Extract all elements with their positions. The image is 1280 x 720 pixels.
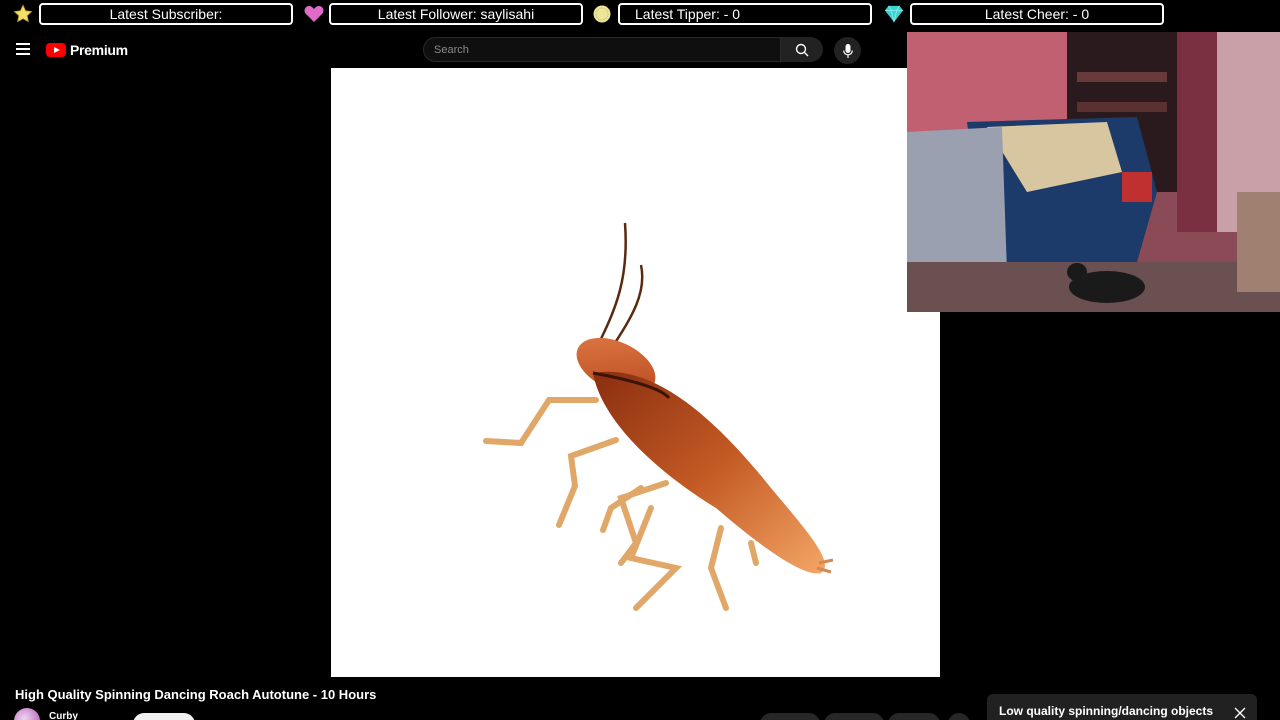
coin-icon (592, 4, 612, 24)
latest-follower-box: Latest Follower: saylisahi (329, 3, 583, 25)
youtube-logo[interactable]: Premium (46, 42, 128, 58)
search-box[interactable] (423, 37, 781, 62)
video-player[interactable] (331, 68, 940, 677)
heart-icon (304, 4, 324, 24)
gem-icon (884, 4, 904, 24)
search-button[interactable] (781, 37, 823, 62)
playlist-panel[interactable]: Low quality spinning/dancing objects (987, 694, 1257, 720)
channel-avatar[interactable] (14, 708, 40, 720)
search-icon (795, 43, 809, 56)
save-button[interactable] (888, 713, 940, 720)
close-icon[interactable] (1233, 706, 1247, 720)
like-button[interactable] (760, 713, 820, 720)
video-title: High Quality Spinning Dancing Roach Auto… (15, 687, 377, 702)
stream-alert-bar: Latest Subscriber: Latest Follower: sayl… (0, 0, 1280, 28)
share-button[interactable] (824, 713, 884, 720)
more-actions-button[interactable] (948, 713, 970, 720)
webcam-room-image (907, 32, 1280, 312)
playlist-title: Low quality spinning/dancing objects (999, 704, 1214, 718)
menu-icon[interactable] (16, 43, 30, 55)
latest-subscriber-box: Latest Subscriber: (39, 3, 293, 25)
webcam-feed (907, 32, 1280, 312)
channel-name[interactable]: Curby (49, 711, 78, 720)
search-input[interactable] (424, 38, 780, 61)
latest-cheer-box: Latest Cheer: - 0 (910, 3, 1164, 25)
microphone-icon (842, 43, 853, 58)
stream-screen: Latest Subscriber: Latest Follower: sayl… (0, 0, 1280, 720)
voice-search-button[interactable] (834, 37, 861, 64)
latest-tipper-box: Latest Tipper: - 0 (618, 3, 872, 25)
dancing-roach-image (483, 222, 834, 611)
youtube-play-icon (46, 43, 66, 57)
brand-label: Premium (70, 42, 128, 58)
subscribe-button[interactable] (133, 713, 195, 720)
star-icon (13, 4, 33, 24)
